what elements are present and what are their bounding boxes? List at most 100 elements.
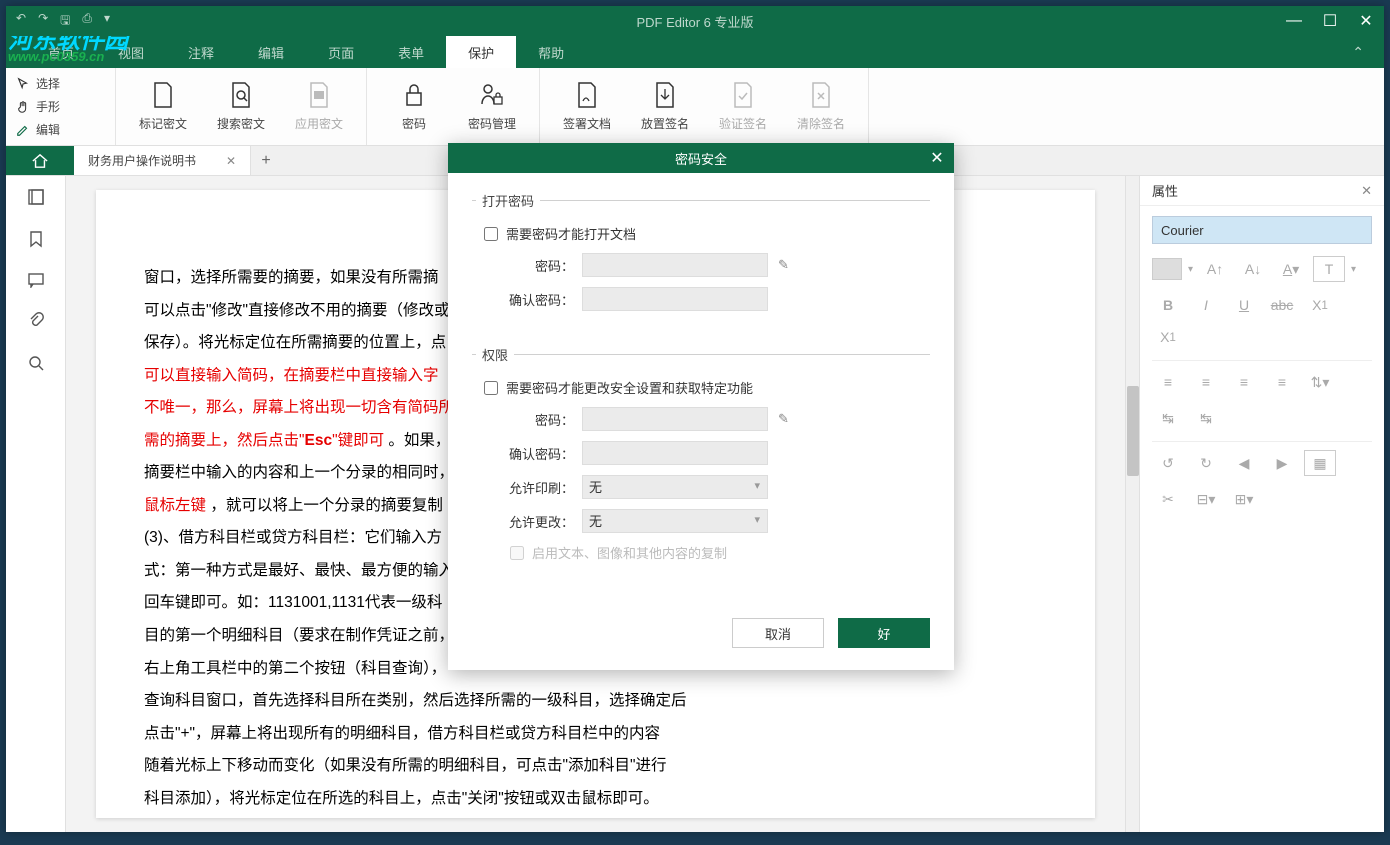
comments-icon[interactable] xyxy=(27,272,45,288)
require-perm-password-checkbox[interactable] xyxy=(484,381,498,395)
apply-doc-icon xyxy=(305,81,333,109)
password-button[interactable]: 密码 xyxy=(375,68,453,146)
select-tool[interactable]: 选择 xyxy=(16,72,105,95)
menu-edit[interactable]: 编辑 xyxy=(236,36,306,68)
document-tab[interactable]: 财务用户操作说明书 ✕ xyxy=(74,146,251,175)
apply-redact-button: 应用密文 xyxy=(280,68,358,146)
line-spacing-icon[interactable]: ⇅▾ xyxy=(1304,369,1336,395)
dialog-close-button[interactable]: ✕ xyxy=(920,143,954,173)
titlebar: ↶ ↷ 🖫 ⎙ ▾ PDF Editor 6 专业版 — ☐ ✕ xyxy=(6,6,1384,36)
allow-change-select[interactable]: 无 xyxy=(582,509,768,533)
hand-tool[interactable]: 手形 xyxy=(16,95,105,118)
redo-icon[interactable]: ↷ xyxy=(38,11,48,32)
menu-home[interactable]: 首页 xyxy=(26,36,96,68)
underline-icon[interactable]: U xyxy=(1228,292,1260,318)
align-right-icon[interactable]: ≡ xyxy=(1228,369,1260,395)
require-open-password-label: 需要密码才能打开文档 xyxy=(506,224,636,243)
menu-view[interactable]: 视图 xyxy=(96,36,166,68)
menu-annotate[interactable]: 注释 xyxy=(166,36,236,68)
subscript-icon[interactable]: X1 xyxy=(1152,324,1184,350)
edit-password-icon[interactable]: ✎ xyxy=(778,257,789,273)
rotate-right-icon[interactable]: ↻ xyxy=(1190,450,1222,476)
flip-vertical-icon[interactable]: ▶ xyxy=(1266,450,1298,476)
print-icon[interactable]: ⎙ xyxy=(82,11,92,32)
password-security-dialog: 密码安全 ✕ 打开密码 需要密码才能打开文档 密码： ✎ 确认密码： 权限 xyxy=(448,143,954,670)
mark-redact-button[interactable]: 标记密文 xyxy=(124,68,202,146)
thumbnails-icon[interactable] xyxy=(27,188,45,206)
scroll-thumb[interactable] xyxy=(1127,386,1139,476)
require-open-password-checkbox[interactable] xyxy=(484,227,498,241)
cancel-button[interactable]: 取消 xyxy=(732,618,824,648)
app-title: PDF Editor 6 专业版 xyxy=(636,12,753,31)
distribute-icon[interactable]: ⊞▾ xyxy=(1228,486,1260,512)
lock-icon xyxy=(400,81,428,109)
font-selector[interactable]: Courier xyxy=(1152,216,1372,244)
open-password-input[interactable] xyxy=(582,253,768,277)
open-confirm-password-input[interactable] xyxy=(582,287,768,311)
properties-title: 属性 xyxy=(1152,181,1178,200)
menu-page[interactable]: 页面 xyxy=(306,36,376,68)
verify-sign-icon xyxy=(729,81,757,109)
search-doc-icon xyxy=(227,81,255,109)
dialog-title: 密码安全 xyxy=(675,149,727,168)
rotate-left-icon[interactable]: ↺ xyxy=(1152,450,1184,476)
font-increase-icon[interactable]: A↑ xyxy=(1199,256,1231,282)
tab-close-icon[interactable]: ✕ xyxy=(226,154,236,168)
ribbon: 选择 手形 编辑 标记密文 搜索密文 应用密文 密码 密码管理 签署文档 放置签… xyxy=(6,68,1384,146)
search-redact-button[interactable]: 搜索密文 xyxy=(202,68,280,146)
flip-horizontal-icon[interactable]: ◀ xyxy=(1228,450,1260,476)
text-color-swatch[interactable] xyxy=(1152,258,1182,280)
text-box-icon[interactable]: T xyxy=(1313,256,1345,282)
perm-password-input[interactable] xyxy=(582,407,768,431)
edit-perm-password-icon[interactable]: ✎ xyxy=(778,411,789,427)
properties-close-icon[interactable]: ✕ xyxy=(1361,183,1372,199)
document-icon xyxy=(149,81,177,109)
menu-help[interactable]: 帮助 xyxy=(516,36,586,68)
place-sign-button[interactable]: 放置签名 xyxy=(626,68,704,146)
allow-print-select[interactable]: 无 xyxy=(582,475,768,499)
image-icon[interactable]: ▦ xyxy=(1304,450,1336,476)
edit-tool[interactable]: 编辑 xyxy=(16,118,105,141)
superscript-icon[interactable]: X1 xyxy=(1304,292,1336,318)
add-tab-button[interactable]: + xyxy=(251,146,281,175)
bold-icon[interactable]: B xyxy=(1152,292,1184,318)
place-sign-icon xyxy=(651,81,679,109)
search-icon[interactable] xyxy=(27,354,45,372)
underline-style-icon[interactable]: A▾ xyxy=(1275,256,1307,282)
perm-confirm-password-input[interactable] xyxy=(582,441,768,465)
indent-left-icon[interactable]: ↹ xyxy=(1152,405,1184,431)
save-icon[interactable]: 🖫 xyxy=(60,11,70,32)
home-tab[interactable] xyxy=(6,146,74,175)
vertical-scrollbar[interactable] xyxy=(1125,176,1139,832)
menu-protect[interactable]: 保护 xyxy=(446,36,516,68)
allow-print-label: 允许印刷： xyxy=(480,478,574,497)
align-justify-icon[interactable]: ≡ xyxy=(1266,369,1298,395)
close-button[interactable]: ✕ xyxy=(1348,6,1384,36)
allow-change-label: 允许更改： xyxy=(480,512,574,531)
indent-right-icon[interactable]: ↹ xyxy=(1190,405,1222,431)
sidebar-left xyxy=(6,176,66,832)
strikethrough-icon[interactable]: abc xyxy=(1266,292,1298,318)
attachments-icon[interactable] xyxy=(28,312,44,330)
align-objects-icon[interactable]: ⊟▾ xyxy=(1190,486,1222,512)
ok-button[interactable]: 好 xyxy=(838,618,930,648)
password-manage-button[interactable]: 密码管理 xyxy=(453,68,531,146)
require-perm-password-label: 需要密码才能更改安全设置和获取特定功能 xyxy=(506,378,753,397)
italic-icon[interactable]: I xyxy=(1190,292,1222,318)
align-center-icon[interactable]: ≡ xyxy=(1190,369,1222,395)
dropdown-icon[interactable]: ▾ xyxy=(104,11,110,32)
sign-doc-button[interactable]: 签署文档 xyxy=(548,68,626,146)
sign-doc-icon xyxy=(573,81,601,109)
maximize-button[interactable]: ☐ xyxy=(1312,6,1348,36)
bookmarks-icon[interactable] xyxy=(28,230,44,248)
perm-password-label: 密码： xyxy=(480,410,574,429)
collapse-ribbon-icon[interactable]: ⌃ xyxy=(1352,44,1364,61)
undo-icon[interactable]: ↶ xyxy=(16,11,26,32)
crop-icon[interactable]: ✂ xyxy=(1152,486,1184,512)
clear-sign-icon xyxy=(807,81,835,109)
font-decrease-icon[interactable]: A↓ xyxy=(1237,256,1269,282)
clear-sign-button: 清除签名 xyxy=(782,68,860,146)
align-left-icon[interactable]: ≡ xyxy=(1152,369,1184,395)
menu-form[interactable]: 表单 xyxy=(376,36,446,68)
minimize-button[interactable]: — xyxy=(1276,6,1312,36)
